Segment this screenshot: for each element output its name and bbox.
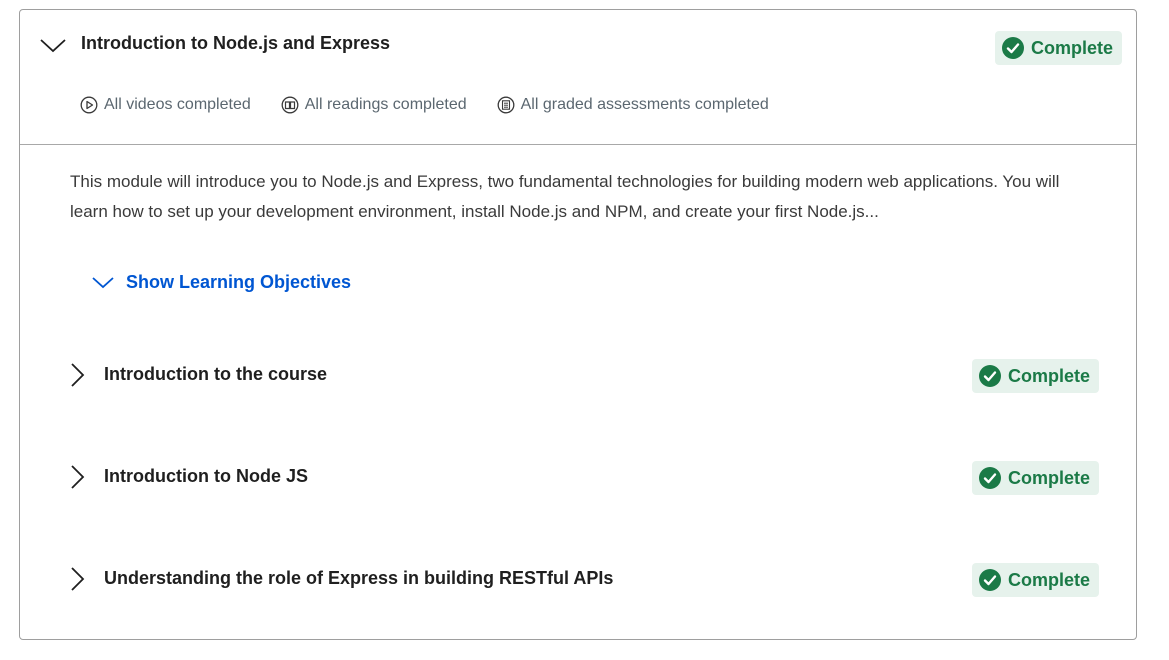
- check-circle-icon: [1002, 37, 1024, 59]
- completion-summary: All videos completed All readings comple…: [80, 96, 799, 114]
- lesson-title[interactable]: Introduction to Node JS: [104, 466, 308, 487]
- chevron-right-icon[interactable]: [68, 464, 86, 490]
- lesson-item[interactable]: Introduction to the course Complete: [20, 359, 1136, 422]
- videos-summary-label: All videos completed: [104, 96, 251, 113]
- lesson-item[interactable]: Understanding the role of Express in bui…: [20, 563, 1136, 626]
- lesson-title[interactable]: Introduction to the course: [104, 364, 327, 385]
- book-icon: [281, 96, 299, 114]
- lesson-status-label: Complete: [1008, 467, 1091, 488]
- assessments-summary-label: All graded assessments completed: [520, 96, 769, 113]
- lesson-status-badge: Complete: [972, 359, 1100, 393]
- chevron-down-icon: [92, 276, 114, 288]
- module-status-badge: Complete: [995, 31, 1123, 65]
- check-circle-icon: [979, 365, 1001, 387]
- check-circle-icon: [979, 569, 1001, 591]
- check-circle-icon: [979, 467, 1001, 489]
- show-learning-objectives-label: Show Learning Objectives: [126, 272, 352, 292]
- chevron-down-icon: [40, 39, 66, 53]
- assessment-icon: [497, 96, 515, 114]
- lesson-title[interactable]: Understanding the role of Express in bui…: [104, 568, 613, 589]
- module-collapse-toggle[interactable]: [38, 33, 68, 57]
- lesson-status-label: Complete: [1008, 569, 1091, 590]
- chevron-right-icon[interactable]: [68, 362, 86, 388]
- module-description: This module will introduce you to Node.j…: [70, 172, 1060, 221]
- module-title[interactable]: Introduction to Node.js and Express: [81, 33, 390, 54]
- play-circle-icon: [80, 96, 98, 114]
- videos-summary: All videos completed: [80, 96, 251, 114]
- module-status-label: Complete: [1031, 37, 1114, 58]
- chevron-right-icon[interactable]: [68, 566, 86, 592]
- lesson-status-badge: Complete: [972, 563, 1100, 597]
- lesson-status-label: Complete: [1008, 365, 1091, 386]
- readings-summary-label: All readings completed: [304, 96, 467, 113]
- module-header: Introduction to Node.js and Express Comp…: [20, 10, 1136, 145]
- assessments-summary: All graded assessments completed: [497, 96, 769, 114]
- lesson-status-badge: Complete: [972, 461, 1100, 495]
- readings-summary: All readings completed: [281, 96, 467, 114]
- lesson-item[interactable]: Introduction to Node JS Complete: [20, 461, 1136, 524]
- module-card: Introduction to Node.js and Express Comp…: [19, 9, 1137, 640]
- show-learning-objectives-button[interactable]: Show Learning Objectives: [91, 272, 351, 293]
